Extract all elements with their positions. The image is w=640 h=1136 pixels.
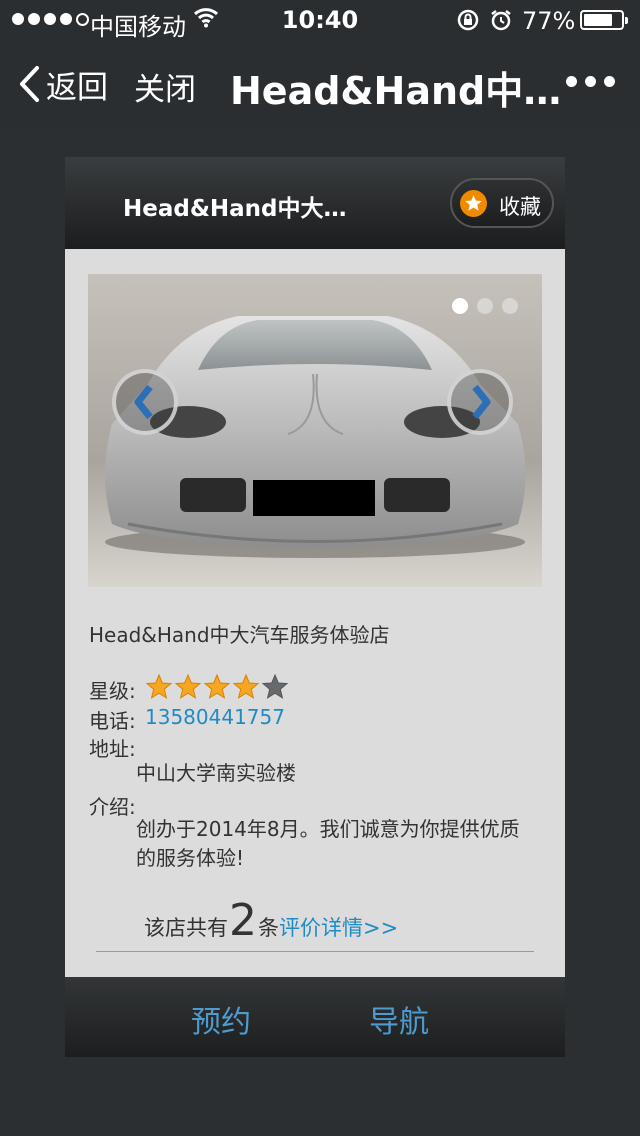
chevron-left-icon (20, 66, 39, 102)
card-header: Head&Hand中大… 收藏 (65, 157, 565, 249)
rotation-lock-icon (456, 8, 480, 38)
phone-label: 电话: (89, 709, 136, 733)
carousel-prev-button[interactable] (112, 369, 178, 435)
review-count: 2 (229, 895, 257, 946)
navigate-button[interactable]: 导航 (369, 997, 429, 1041)
divider (96, 951, 534, 952)
intro-label: 介绍: (89, 795, 136, 819)
card-footer: 预约 导航 (65, 977, 565, 1057)
book-button[interactable]: 预约 (191, 997, 251, 1041)
rating-stars (145, 673, 289, 701)
carousel-dot[interactable] (477, 298, 493, 314)
carousel-next-button[interactable] (447, 369, 513, 435)
alarm-icon (489, 8, 513, 38)
shop-card: Head&Hand中大… 收藏 Head&Hand中大汽车服务体验店 星级: 电… (65, 157, 565, 1057)
star-filled-icon (203, 673, 231, 699)
review-summary: 该店共有 2 条 评价详情>> (144, 895, 398, 946)
battery-icon (580, 10, 628, 30)
star-icon (460, 190, 487, 217)
address-label: 地址: (89, 737, 136, 761)
battery-percent: 77% (522, 7, 576, 35)
shop-name: Head&Hand中大汽车服务体验店 (89, 623, 390, 647)
back-label: 返回 (46, 69, 108, 106)
close-button[interactable]: 关闭 (134, 64, 196, 109)
status-bar: 中国移动 10:40 77% (0, 0, 640, 41)
favorite-button[interactable]: 收藏 (450, 178, 554, 228)
intro-text: 创办于2014年8月。我们诚意为你提供优质的服务体验! (136, 817, 520, 870)
address-value: 中山大学南实验楼 (136, 761, 296, 785)
chevron-right-icon (472, 384, 491, 420)
phone-link[interactable]: 13580441757 (145, 705, 285, 729)
back-button[interactable]: 返回 (18, 60, 108, 108)
carousel-dot[interactable] (452, 298, 468, 314)
review-details-link[interactable]: 评价详情>> (279, 912, 398, 942)
star-empty-icon (261, 673, 289, 699)
carousel-dot[interactable] (502, 298, 518, 314)
review-prefix: 该店共有 (144, 916, 228, 940)
star-filled-icon (145, 673, 173, 699)
shop-photo-carousel[interactable] (88, 274, 542, 587)
carousel-dots (452, 298, 518, 314)
more-options-icon[interactable] (566, 76, 615, 87)
card-title: Head&Hand中大… (123, 196, 347, 222)
rating-label: 星级: (89, 679, 136, 703)
nav-bar: 返回 关闭 Head&Hand中… (0, 40, 640, 128)
page-title: Head&Hand中… (230, 69, 562, 113)
star-filled-icon (232, 673, 260, 699)
review-suffix: 条 (258, 916, 279, 940)
star-filled-icon (174, 673, 202, 699)
favorite-label: 收藏 (499, 195, 541, 219)
chevron-left-icon (134, 384, 153, 420)
